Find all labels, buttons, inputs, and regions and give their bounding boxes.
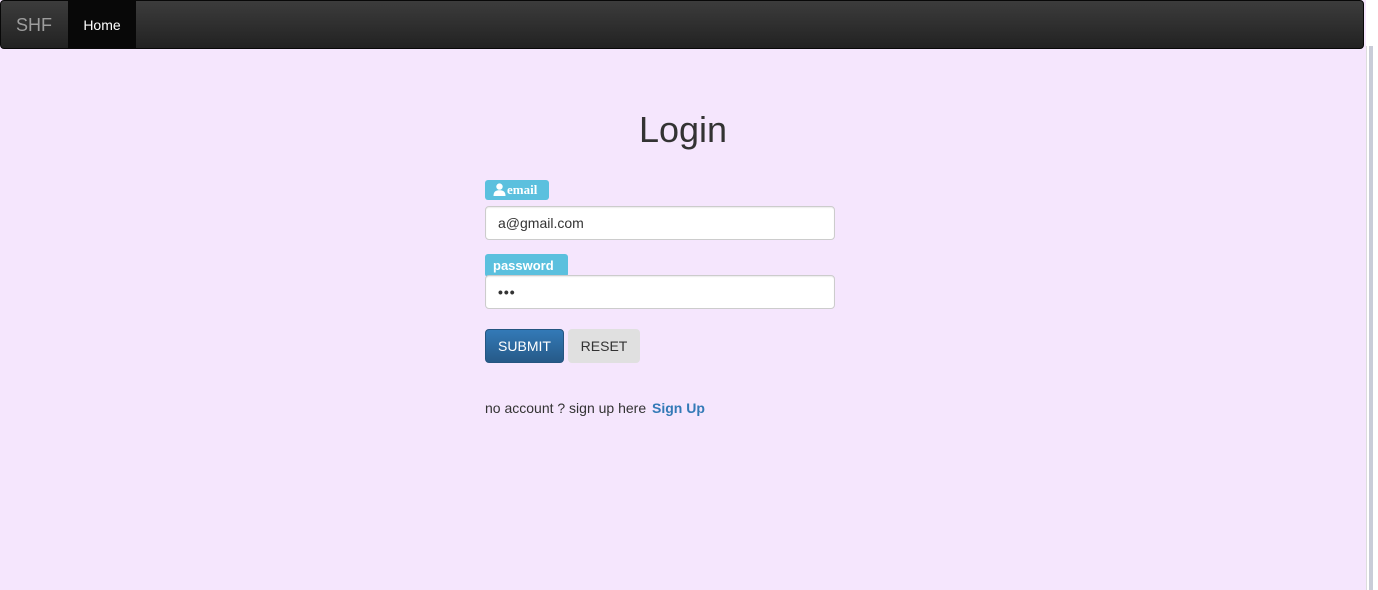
signup-link[interactable]: Sign Up <box>652 400 705 416</box>
password-label: password <box>485 254 568 277</box>
user-icon <box>493 182 506 202</box>
scrollbar[interactable] <box>1366 46 1378 590</box>
page-title: Login <box>638 109 728 150</box>
signup-prompt: no account ? sign up here Sign Up <box>485 400 705 416</box>
email-label: email <box>485 180 549 200</box>
scrollbar-thumb[interactable] <box>1369 46 1373 590</box>
reset-button[interactable]: RESET <box>568 329 640 363</box>
navbar: SHF Home <box>0 0 1364 49</box>
signup-prompt-text: no account ? sign up here <box>485 400 647 416</box>
email-field[interactable]: a@gmail.com <box>485 206 835 240</box>
password-field[interactable]: ••• <box>485 275 835 309</box>
email-label-text: email <box>507 182 538 197</box>
submit-button[interactable]: SUBMIT <box>485 329 564 363</box>
navbar-brand[interactable]: SHF <box>16 15 52 35</box>
nav-home-link[interactable]: Home <box>68 1 136 49</box>
page-background: SHF Home Login email a@gmail.com passwor… <box>0 0 1366 590</box>
